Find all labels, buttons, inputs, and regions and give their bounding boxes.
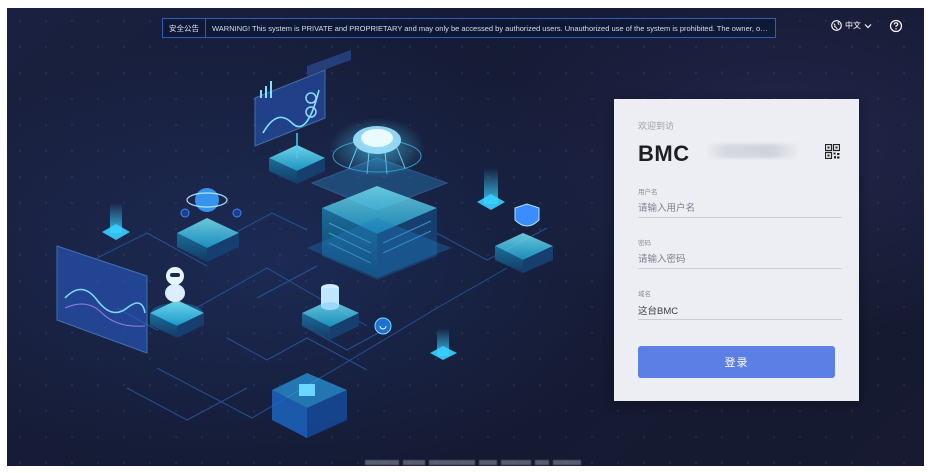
password-input[interactable]: [638, 250, 842, 269]
analytics-screen: [56, 245, 148, 354]
login-button[interactable]: 登录: [638, 346, 835, 378]
language-label: 中文: [845, 21, 861, 30]
brand-title: BMC: [638, 141, 690, 166]
language-selector[interactable]: 中文: [831, 20, 872, 31]
login-card: 欢迎到访 BMC 用户名 密码 域名 登录: [614, 99, 859, 401]
redacted-product-name: [706, 144, 800, 158]
domain-select[interactable]: [638, 301, 842, 320]
welcome-text: 欢迎到访: [638, 121, 675, 131]
qr-code-icon[interactable]: [825, 144, 840, 159]
shield-node: [495, 203, 553, 273]
banner-tag: 安全公告: [163, 19, 206, 37]
datacenter-illustration: [56, 50, 553, 438]
chip-block: [272, 373, 347, 438]
login-page: 安全公告 WARNING! This system is PRIVATE and…: [7, 8, 924, 466]
domain-label: 域名: [638, 291, 651, 298]
redacted-footer-text: [365, 459, 586, 466]
robot-figure: [150, 267, 204, 338]
database-node: [302, 284, 392, 340]
globe-icon: [831, 20, 842, 31]
help-circle-icon[interactable]: [889, 19, 903, 33]
password-label: 密码: [638, 240, 651, 247]
username-input[interactable]: [638, 199, 842, 218]
banner-message: WARNING! This system is PRIVATE and PROP…: [212, 23, 775, 33]
chevron-down-icon: [864, 23, 872, 28]
username-label: 用户名: [638, 189, 658, 196]
security-banner: 安全公告 WARNING! This system is PRIVATE and…: [162, 18, 776, 38]
central-server: [307, 118, 452, 280]
atom-node: [177, 188, 242, 262]
